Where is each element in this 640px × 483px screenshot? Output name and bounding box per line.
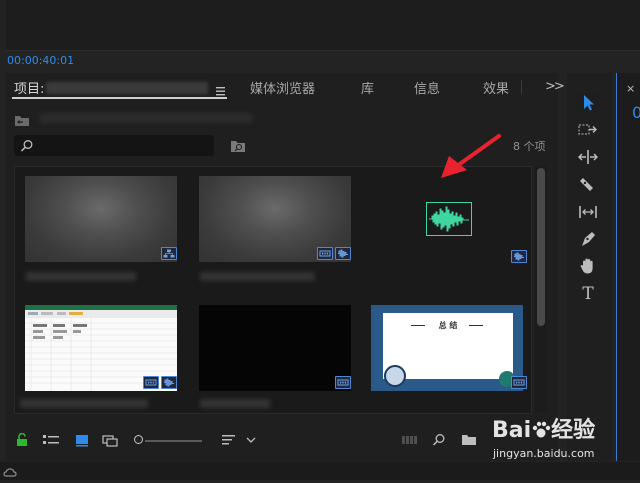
media-item[interactable] — [366, 170, 528, 286]
status-bar — [0, 462, 640, 480]
audio-clip-icon — [335, 247, 351, 260]
annotation-arrow-icon — [435, 130, 505, 185]
new-search-bin-icon[interactable] — [230, 138, 246, 152]
video-clip-icon — [143, 376, 159, 389]
audio-clip-icon — [511, 250, 527, 263]
type-tool-glyph: T — [582, 284, 594, 303]
tab-effects[interactable]: 效果 — [483, 78, 509, 97]
search-input[interactable] — [14, 135, 214, 156]
new-bin-icon[interactable] — [461, 432, 477, 451]
list-view-icon[interactable] — [42, 432, 60, 451]
media-item[interactable]: 总 结 — [366, 300, 528, 412]
program-timecode-partial: 0 — [632, 103, 640, 122]
ripple-edit-tool-icon[interactable] — [577, 147, 599, 167]
playhead-timecode[interactable]: 00:00:40:01 — [7, 54, 74, 67]
item-name-blurred — [200, 399, 270, 408]
timeline-panel — [6, 0, 640, 51]
item-name-blurred — [200, 272, 315, 281]
watermark-url: jingyan.baidu.com — [493, 447, 595, 460]
sort-icons-icon[interactable] — [221, 432, 237, 451]
black-video-thumbnail — [199, 305, 351, 391]
video-clip-icon — [511, 376, 527, 389]
slide-title: 总 结 — [438, 321, 458, 330]
tab-media-browser[interactable]: 媒体浏览器 — [250, 78, 315, 97]
creative-cloud-icon[interactable] — [3, 464, 17, 477]
pen-tool-icon[interactable] — [577, 229, 599, 249]
freeform-view-icon[interactable] — [102, 432, 122, 451]
lock-icon[interactable] — [16, 432, 28, 451]
tab-library[interactable]: 库 — [361, 78, 374, 97]
audio-waveform-icon — [429, 206, 469, 232]
slip-tool-icon[interactable] — [577, 202, 599, 222]
close-icon[interactable]: × — [626, 82, 635, 95]
audio-waveform-thumbnail — [371, 176, 523, 262]
panel-menu-icon[interactable] — [216, 81, 226, 96]
scrollbar-thumb[interactable] — [537, 168, 545, 326]
folder-up-icon[interactable] — [14, 112, 30, 126]
search-icon — [20, 138, 34, 152]
selection-tool-icon[interactable] — [577, 92, 599, 112]
tab-info[interactable]: 信息 — [414, 78, 440, 97]
audio-clip-icon — [161, 376, 177, 389]
razor-tool-icon[interactable] — [577, 174, 599, 194]
paw-icon — [531, 420, 551, 440]
tab-project[interactable]: 项目: — [14, 78, 44, 97]
baidu-watermark-logo: Bai 经验 — [492, 412, 595, 444]
zoom-slider-track[interactable] — [145, 440, 202, 442]
video-thumbnail — [25, 176, 177, 262]
item-name-blurred — [26, 272, 136, 281]
active-tab-underline — [12, 97, 227, 99]
tab-separator — [521, 80, 522, 94]
media-item[interactable] — [20, 300, 182, 412]
find-icon[interactable] — [431, 432, 447, 451]
media-item[interactable] — [20, 170, 182, 286]
automate-to-sequence-icon[interactable] — [401, 432, 419, 451]
chevron-down-icon[interactable] — [246, 432, 256, 451]
summary-slide-thumbnail: 总 结 — [371, 305, 523, 391]
video-clip-icon — [317, 247, 333, 260]
video-clip-icon — [335, 376, 351, 389]
zoom-slider-handle[interactable] — [134, 435, 143, 444]
type-tool-icon[interactable]: T — [577, 283, 599, 304]
project-name-blurred — [46, 82, 208, 94]
icon-view-icon[interactable] — [74, 432, 90, 451]
track-select-tool-icon[interactable] — [577, 120, 599, 140]
sequence-icon — [161, 247, 177, 260]
hand-tool-icon[interactable] — [577, 256, 599, 276]
program-monitor-edge — [616, 73, 640, 461]
media-item[interactable] — [194, 170, 356, 286]
watermark-brand: Bai — [492, 418, 532, 443]
watermark-brand-suffix: 经验 — [551, 418, 596, 443]
item-count: 8 个项 — [513, 140, 546, 153]
bin-path-blurred — [40, 113, 252, 123]
tab-overflow-button[interactable]: >> — [545, 79, 565, 94]
media-item[interactable] — [194, 300, 356, 412]
item-name-blurred — [20, 399, 148, 408]
